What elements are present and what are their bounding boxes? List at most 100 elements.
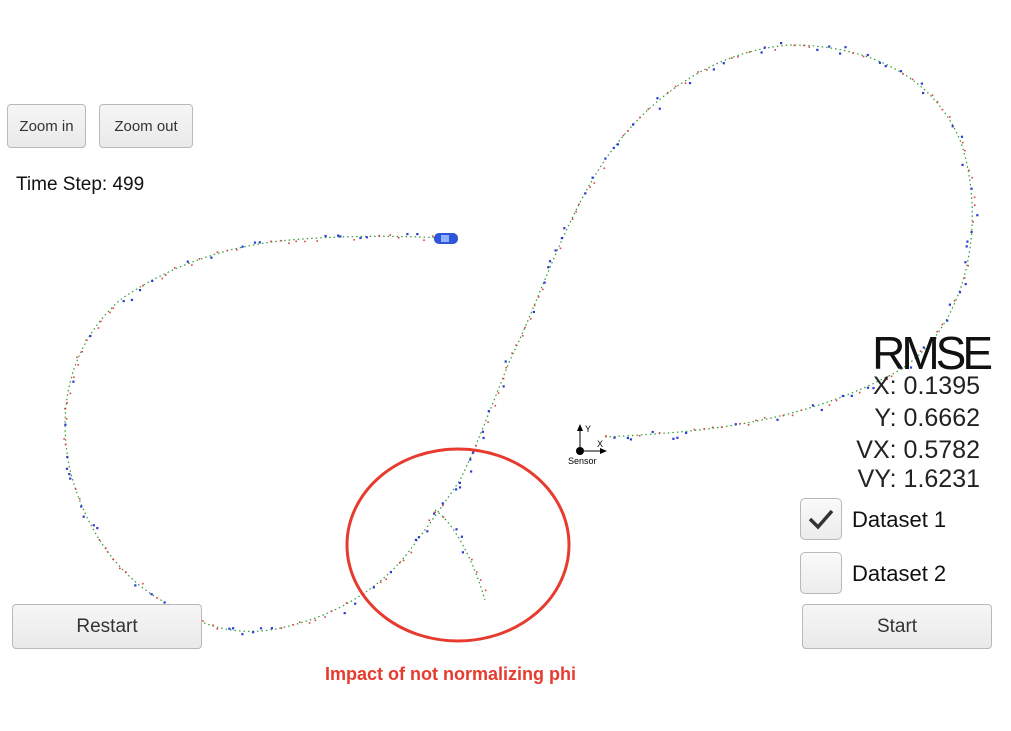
lidar-measurement (941, 108, 944, 111)
radar-measurement (922, 91, 925, 95)
radar-measurement (560, 237, 563, 240)
radar-measurement (961, 163, 964, 166)
radar-measurement (150, 593, 153, 596)
lidar-measurement (65, 418, 68, 420)
lidar-measurement (314, 619, 317, 622)
radar-measurement (629, 438, 632, 441)
radar-measurement (948, 303, 951, 306)
radar-measurement (414, 538, 417, 541)
radar-measurement (359, 236, 362, 240)
radar-measurement (920, 82, 923, 85)
lidar-measurement (292, 624, 294, 626)
radar-measurement (406, 233, 409, 236)
radar-measurement (455, 528, 458, 531)
zoom-in-button[interactable]: Zoom in (7, 104, 86, 148)
lidar-measurement (862, 55, 865, 58)
radar-measurement (841, 394, 844, 398)
radar-measurement (337, 234, 340, 237)
radar-measurement (389, 571, 392, 574)
start-button[interactable]: Start (802, 604, 992, 649)
radar-measurement (416, 233, 419, 236)
lidar-measurement (100, 320, 102, 323)
radar-measurement (455, 488, 458, 491)
lidar-measurement (112, 307, 114, 309)
radar-measurement (946, 319, 949, 322)
lidar-measurement (280, 627, 283, 629)
radar-measurement (460, 535, 463, 538)
restart-button[interactable]: Restart (12, 604, 202, 649)
lidar-measurement (828, 404, 831, 406)
sensor-origin-icon: Y X Sensor (568, 424, 607, 466)
radar-measurement (259, 627, 263, 630)
lidar-measurement (402, 559, 405, 562)
lidar-measurement (64, 443, 67, 446)
lidar-measurement (800, 409, 803, 411)
radar-measurement (760, 51, 763, 54)
lidar-measurement (270, 240, 272, 243)
rmse-vx-value: VX: 0.5782 (856, 436, 980, 464)
radar-measurement (658, 107, 661, 110)
radar-measurement (543, 281, 546, 284)
lidar-measurement (288, 242, 290, 245)
radar-measurement (547, 266, 550, 269)
lidar-measurement (936, 100, 939, 103)
radar-measurement (966, 240, 969, 243)
radar-measurement (612, 146, 615, 149)
radar-measurement (89, 334, 92, 338)
radar-measurement (458, 481, 461, 484)
radar-measurement (626, 436, 629, 440)
dataset-1-checkbox[interactable] (800, 498, 842, 540)
lidar-measurement (74, 488, 77, 490)
time-step-readout: Time Step: 499 (16, 174, 145, 195)
radar-measurement (685, 431, 688, 434)
radar-measurement (850, 394, 853, 397)
lidar-measurement (972, 221, 974, 223)
radar-measurement (763, 46, 766, 49)
lidar-measurement (697, 71, 699, 73)
radar-measurement (532, 310, 535, 314)
lidar-measurement (106, 551, 109, 553)
radar-measurement (899, 70, 903, 73)
radar-measurement (372, 586, 375, 589)
radar-measurement (866, 53, 869, 57)
radar-measurement (339, 235, 342, 238)
lidar-measurement (97, 327, 100, 329)
lidar-measurement (479, 579, 482, 581)
annotation-text: Impact of not normalizing phi (325, 664, 576, 684)
lidar-measurement (385, 578, 387, 580)
lidar-measurement (578, 203, 580, 206)
lidar-measurement (515, 344, 517, 346)
lidar-measurement (902, 73, 904, 75)
radar-measurement (976, 214, 979, 217)
radar-measurement (82, 515, 85, 518)
radar-measurement (672, 437, 675, 440)
lidar-measurement (484, 589, 487, 592)
lidar-measurement (720, 426, 723, 428)
radar-measurement (839, 52, 842, 55)
lidar-measurement (793, 44, 795, 47)
lidar-measurement (389, 234, 391, 236)
lidar-measurement (476, 571, 478, 573)
dataset-1-label[interactable]: Dataset 1 (852, 507, 946, 533)
lidar-measurement (109, 311, 111, 314)
radar-measurement (964, 261, 967, 264)
radar-measurement (417, 536, 420, 539)
lidar-measurement (706, 69, 708, 71)
lidar-measurement (98, 539, 101, 541)
radar-measurement (554, 249, 557, 252)
lidar-measurement (737, 56, 739, 58)
radar-measurement (343, 612, 346, 615)
radar-measurement (66, 455, 69, 459)
dataset-2-label[interactable]: Dataset 2 (852, 561, 946, 587)
lidar-measurement (76, 356, 78, 359)
lidar-measurement (803, 44, 805, 47)
zoom-out-button[interactable]: Zoom out (99, 104, 193, 148)
lidar-measurement (967, 264, 969, 267)
radar-measurement (365, 236, 368, 239)
dataset-2-checkbox[interactable] (800, 552, 842, 594)
lidar-measurement (639, 116, 641, 119)
radar-measurement (734, 423, 737, 426)
radar-measurement (688, 82, 692, 85)
radar-measurement (458, 486, 462, 489)
lidar-measurement (530, 318, 532, 320)
